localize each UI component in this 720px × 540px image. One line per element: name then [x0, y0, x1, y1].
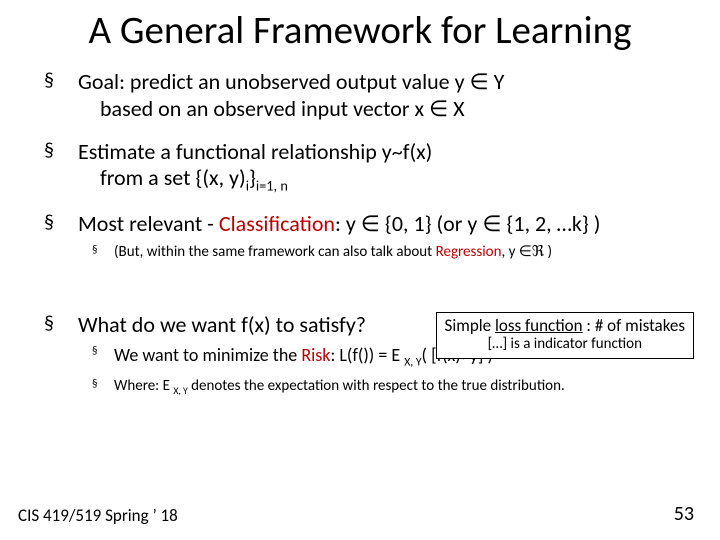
text-regression: Regression	[436, 243, 502, 261]
sub-bullet-expectation: Where: E X, Y denotes the expectation wi…	[78, 376, 690, 398]
text: Y	[489, 68, 505, 95]
text: (But, within the same framework can also…	[114, 243, 436, 261]
footer-page-number: 53	[674, 502, 694, 526]
text: {0, 1} (or y	[380, 210, 482, 237]
text: : y	[335, 210, 361, 237]
text: : # of mistakes	[583, 315, 685, 336]
text: Estimate a functional relationship y~f(x…	[78, 138, 432, 165]
elem-symbol: ∈	[519, 243, 532, 261]
text: We want to minimize the	[114, 344, 301, 366]
elem-symbol: ∈	[429, 95, 448, 122]
text-underline: loss function	[495, 315, 583, 336]
slide-title: A General Framework for Learning	[30, 10, 690, 53]
elem-symbol: ∈	[361, 210, 380, 237]
text: X	[448, 95, 464, 122]
text: What do we want f(x) to satisfy?	[78, 311, 366, 338]
text: Goal: predict an unobserved output value…	[78, 68, 470, 95]
text: based on an observed input vector x	[100, 95, 429, 122]
callout-line2: […] is a indicator function	[445, 336, 685, 354]
text-line: based on an observed input vector x ∈ X	[78, 96, 690, 123]
text: Where: E	[114, 377, 173, 395]
elem-symbol: ∈	[470, 68, 489, 95]
text: }	[249, 164, 256, 191]
bullet-goal: Goal: predict an unobserved output value…	[30, 69, 690, 123]
text: Simple	[445, 315, 495, 336]
real-symbol: ℜ	[532, 244, 544, 260]
subscript: i=1, n	[256, 177, 288, 195]
bullet-estimate: Estimate a functional relationship y~f(x…	[30, 139, 690, 196]
text: )	[544, 243, 552, 261]
subscript: X, Y	[173, 385, 187, 397]
sub-list: (But, within the same framework can also…	[78, 242, 690, 262]
text: {1, 2, …k} )	[502, 210, 601, 237]
text: , y	[501, 243, 518, 261]
slide: A General Framework for Learning Goal: p…	[0, 0, 720, 540]
bullet-classification: Most relevant - Classification: y ∈ {0, …	[30, 211, 690, 262]
text: : L(f()) = E	[330, 344, 404, 366]
elem-symbol: ∈	[482, 210, 501, 237]
text-risk: Risk	[301, 344, 330, 366]
text: Most relevant -	[78, 210, 219, 237]
text-line: from a set {(x, y)i}i=1, n	[78, 165, 690, 195]
callout-line1: Simple loss function : # of mistakes	[445, 316, 685, 336]
text-classification: Classification	[219, 210, 335, 237]
sub-bullet-regression: (But, within the same framework can also…	[78, 242, 690, 262]
text: denotes the expectation with respect to …	[188, 377, 565, 395]
subscript: X, Y	[404, 356, 421, 370]
footer-course: CIS 419/519 Spring ’ 18	[18, 505, 178, 526]
text: from a set {(x, y)	[100, 164, 246, 191]
callout-box: Simple loss function : # of mistakes […]…	[436, 312, 694, 359]
